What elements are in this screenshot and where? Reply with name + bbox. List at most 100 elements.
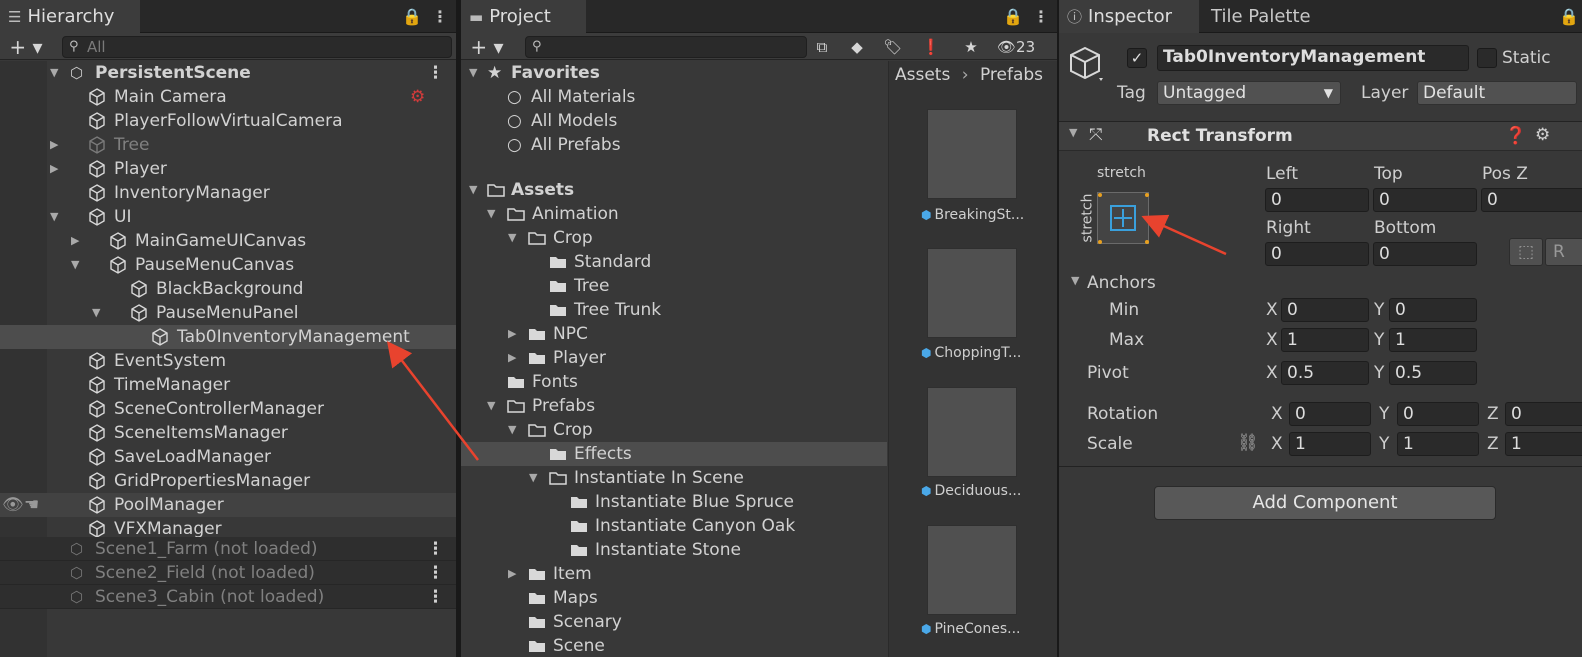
pivot-y-field[interactable]: 0.5 <box>1389 361 1477 385</box>
tab-hierarchy[interactable]: ☰ Hierarchy <box>0 0 140 33</box>
blueprint-mode-button[interactable]: ⬚ <box>1509 238 1543 266</box>
expand-arrow-icon[interactable]: ▼ <box>487 202 495 226</box>
expand-arrow-icon[interactable]: ▼ <box>529 466 537 490</box>
hierarchy-item[interactable]: ▼ UI <box>0 205 456 229</box>
scene-menu-icon[interactable]: ⋮ <box>427 537 444 561</box>
expand-arrow-icon[interactable]: ▶ <box>508 562 516 586</box>
active-checkbox[interactable]: ✓ <box>1127 48 1147 68</box>
expand-arrow-icon[interactable]: ▼ <box>487 394 495 418</box>
project-folder-item[interactable]: ▼ Animation <box>461 202 887 226</box>
rotation-y-field[interactable]: 0 <box>1397 402 1479 426</box>
project-search-input[interactable]: ⚲ <box>525 36 807 58</box>
add-component-button[interactable]: Add Component <box>1154 486 1496 520</box>
asset-label[interactable]: ⬢ PineCones... <box>921 621 1057 637</box>
create-button[interactable]: + ▾ <box>6 36 46 58</box>
tab-tile-palette[interactable]: Tile Palette <box>1211 0 1311 33</box>
rotation-x-field[interactable]: 0 <box>1289 402 1371 426</box>
breadcrumb-assets[interactable]: Assets <box>895 65 950 85</box>
project-folder-item[interactable]: ▶ Item <box>461 562 887 586</box>
hierarchy-item[interactable]: PlayerFollowVirtualCamera <box>0 109 456 133</box>
hierarchy-item[interactable]: ▶ MainGameUICanvas <box>0 229 456 253</box>
anchor-min-x-field[interactable]: 0 <box>1281 298 1369 322</box>
kebab-menu-icon[interactable]: ⋮ <box>432 0 448 33</box>
kebab-menu-icon[interactable]: ⋮ <box>1033 0 1049 33</box>
rect-transform-header[interactable]: ▼ ⤧ Rect Transform ❓ ⚙ <box>1059 121 1582 151</box>
lock-icon[interactable]: 🔒 <box>1559 0 1579 33</box>
asset-label[interactable]: ⬢ Deciduous... <box>921 483 1057 499</box>
tab-project[interactable]: ▬ Project <box>461 0 586 33</box>
lock-icon[interactable]: 🔒 <box>1003 0 1023 33</box>
expand-arrow-icon[interactable]: ▼ <box>469 61 477 85</box>
create-button[interactable]: + ▾ <box>467 36 507 58</box>
expand-arrow-icon[interactable]: ▶ <box>50 133 58 157</box>
unloaded-scene-row[interactable]: ⬡ Scene2_Field (not loaded) ⋮ <box>0 561 456 585</box>
asset-label[interactable]: ⬢ ChoppingT... <box>921 345 1057 361</box>
anchor-max-y-field[interactable]: 1 <box>1389 328 1477 352</box>
hierarchy-search-input[interactable]: ⚲ All <box>62 36 452 58</box>
breadcrumb-prefabs[interactable]: Prefabs <box>980 65 1043 85</box>
hierarchy-item[interactable]: ▼ PauseMenuCanvas <box>0 253 456 277</box>
gameobject-cube-icon[interactable] <box>1069 46 1105 86</box>
project-folder-item[interactable]: Maps <box>461 586 887 610</box>
project-folder-item[interactable]: ▶ Player <box>461 346 887 370</box>
hierarchy-item[interactable]: Main Camera ⚙ <box>0 85 456 109</box>
posz-field[interactable]: 0 <box>1481 188 1582 212</box>
layer-dropdown[interactable]: Default <box>1417 81 1577 105</box>
bottom-field[interactable]: 0 <box>1373 242 1477 266</box>
project-folder-item[interactable]: ▼ Prefabs <box>461 394 887 418</box>
favorites-star-icon[interactable]: ★ <box>959 36 983 58</box>
project-folder-item[interactable]: Fonts <box>461 370 887 394</box>
hierarchy-item[interactable]: EventSystem <box>0 349 456 373</box>
project-folder-item[interactable]: Scenary <box>461 610 887 634</box>
project-folder-item[interactable]: ▼ Crop <box>461 418 887 442</box>
unloaded-scene-row[interactable]: ⬡ Scene3_Cabin (not loaded) ⋮ <box>0 585 456 609</box>
project-folder-item[interactable]: Instantiate Canyon Oak <box>461 514 887 538</box>
collapse-arrow-icon[interactable]: ▼ <box>1069 126 1077 139</box>
hierarchy-item[interactable]: Tab0InventoryManagement <box>0 325 456 349</box>
help-icon[interactable]: ❓ <box>1505 126 1526 146</box>
search-window-icon[interactable]: ⧉ <box>811 36 833 58</box>
expand-arrow-icon[interactable]: ▼ <box>508 418 516 442</box>
anchor-min-y-field[interactable]: 0 <box>1389 298 1477 322</box>
raw-edit-button[interactable]: R <box>1545 238 1582 266</box>
scene-menu-icon[interactable]: ⋮ <box>427 61 444 85</box>
collapse-arrow-icon[interactable]: ▼ <box>1071 274 1079 287</box>
hierarchy-item[interactable]: SceneItemsManager <box>0 421 456 445</box>
expand-arrow-icon[interactable]: ▶ <box>508 346 516 370</box>
project-folder-item[interactable]: Effects <box>461 442 887 466</box>
scale-x-field[interactable]: 1 <box>1289 432 1371 456</box>
expand-arrow-icon[interactable]: ▶ <box>508 322 516 346</box>
hierarchy-item[interactable]: SceneControllerManager <box>0 397 456 421</box>
top-field[interactable]: 0 <box>1373 188 1477 212</box>
rotation-z-field[interactable]: 0 <box>1505 402 1582 426</box>
project-folder-item[interactable]: Tree Trunk <box>461 298 887 322</box>
asset-thumbnail[interactable] <box>927 525 1017 615</box>
expand-arrow-icon[interactable]: ▶ <box>50 157 58 181</box>
scale-y-field[interactable]: 1 <box>1397 432 1479 456</box>
project-folder-item[interactable]: Instantiate Blue Spruce <box>461 490 887 514</box>
expand-arrow-icon[interactable]: ▼ <box>50 61 58 85</box>
hierarchy-item[interactable]: ▼ PauseMenuPanel <box>0 301 456 325</box>
project-folder-item[interactable]: Tree <box>461 274 887 298</box>
project-folder-item[interactable]: ▶ NPC <box>461 322 887 346</box>
scale-z-field[interactable]: 1 <box>1505 432 1582 456</box>
hierarchy-item[interactable]: PoolManager 👁 ☚ <box>0 493 456 517</box>
anchor-preset-button[interactable] <box>1097 192 1149 244</box>
scene-menu-icon[interactable]: ⋮ <box>427 561 444 585</box>
expand-arrow-icon[interactable]: ▼ <box>508 226 516 250</box>
project-folder-item[interactable]: Instantiate Stone <box>461 538 887 562</box>
scene-menu-icon[interactable]: ⋮ <box>427 585 444 609</box>
visibility-eye-icon[interactable]: 👁 <box>2 493 24 517</box>
hierarchy-item[interactable]: ▶ Tree <box>0 133 456 157</box>
static-checkbox[interactable] <box>1477 48 1497 68</box>
unloaded-scene-row[interactable]: ⬡ Scene1_Farm (not loaded) ⋮ <box>0 537 456 561</box>
tab-inspector[interactable]: ⓘ Inspector <box>1059 0 1199 33</box>
hierarchy-item[interactable]: TimeManager <box>0 373 456 397</box>
project-folder-item[interactable]: ▼ Crop <box>461 226 887 250</box>
scene-header[interactable]: ▼ ⬡ PersistentScene ⋮ <box>0 61 456 85</box>
filter-by-type-icon[interactable]: ◆ <box>845 36 869 58</box>
hidden-packages-toggle[interactable]: 👁23 <box>997 36 1053 58</box>
lock-icon[interactable]: 🔒 <box>402 0 422 33</box>
hierarchy-item[interactable]: SaveLoadManager <box>0 445 456 469</box>
right-field[interactable]: 0 <box>1265 242 1369 266</box>
